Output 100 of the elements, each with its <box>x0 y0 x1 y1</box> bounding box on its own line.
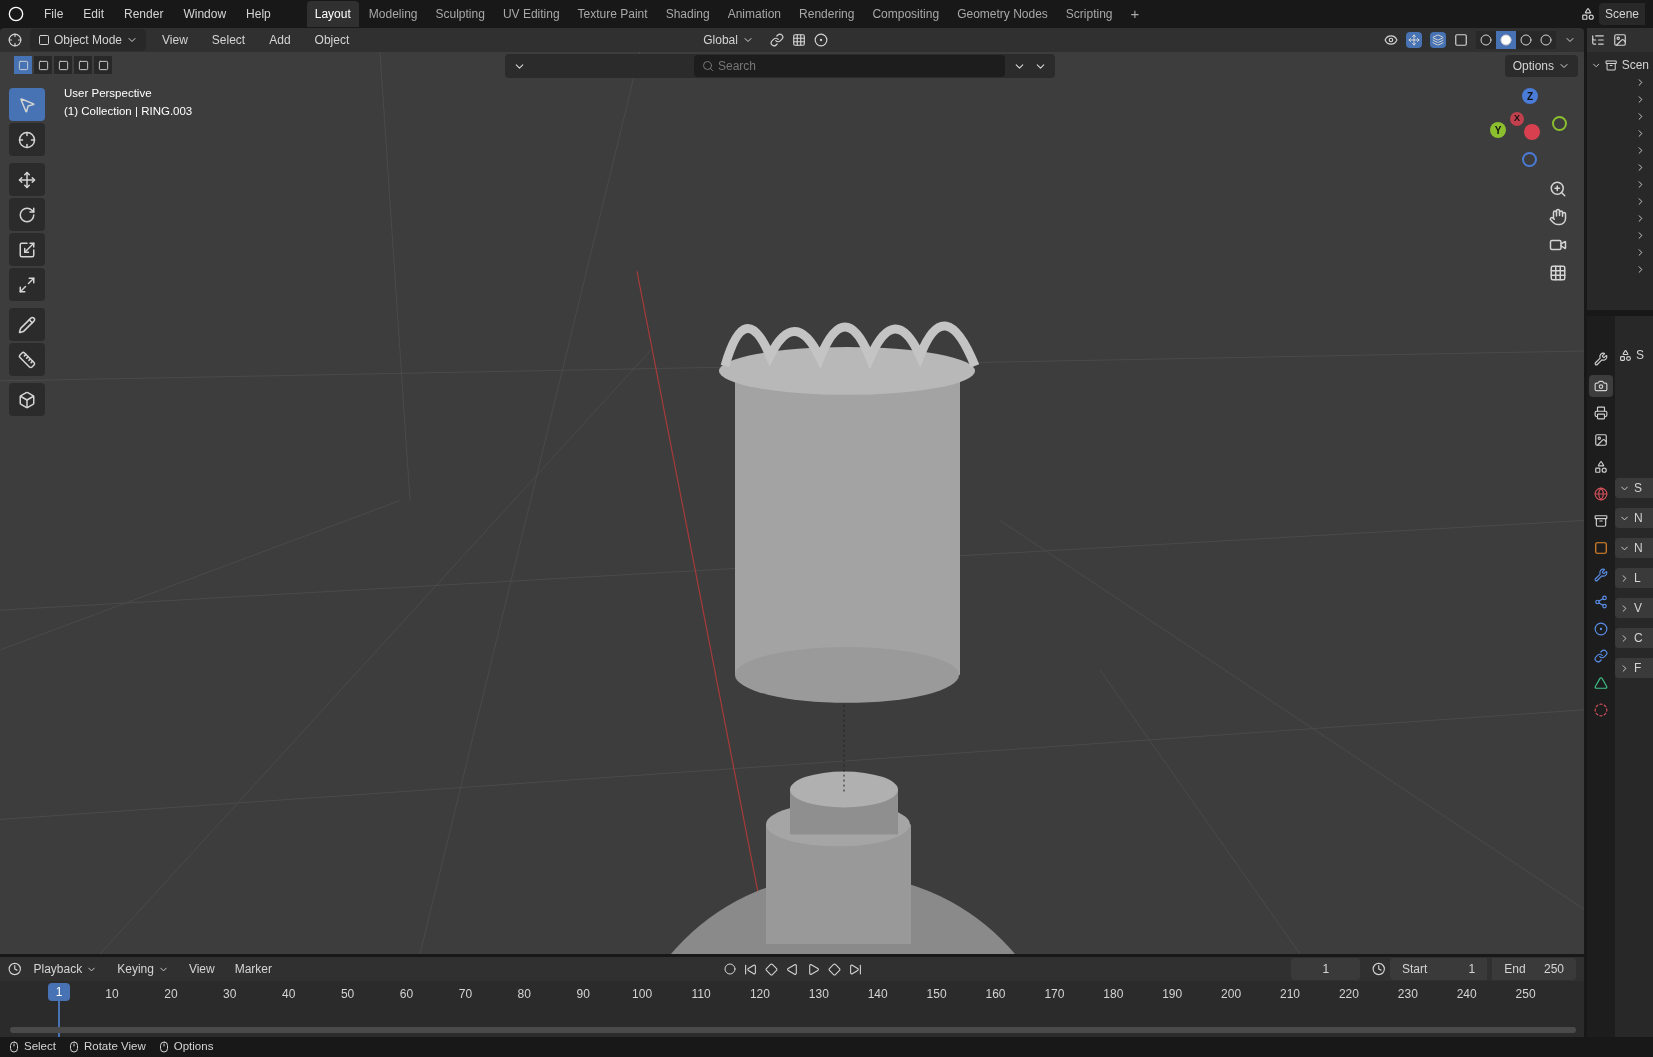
physics-tab-icon <box>1594 622 1608 636</box>
keyframe-prev-icon[interactable] <box>765 962 779 976</box>
square-icon <box>37 59 49 71</box>
panel-header[interactable]: S <box>1615 478 1653 498</box>
timeline-menu[interactable]: Marker <box>226 960 281 978</box>
header-menu[interactable]: Select <box>203 31 254 49</box>
panel-header[interactable]: C <box>1615 628 1653 648</box>
jump-start-icon[interactable] <box>744 962 758 976</box>
panel-header[interactable]: N <box>1615 508 1653 528</box>
timeline-menu[interactable]: Keying <box>109 960 177 978</box>
tool-button[interactable] <box>9 383 45 416</box>
header-menu[interactable]: View <box>154 31 196 49</box>
tool-button[interactable] <box>9 198 45 231</box>
tool-button[interactable] <box>9 268 45 301</box>
play-icon[interactable] <box>807 962 821 976</box>
start-frame-field[interactable]: Start 1 <box>1389 958 1488 980</box>
editor-type-icon[interactable] <box>1591 33 1605 47</box>
xray-icon[interactable] <box>1454 33 1468 47</box>
search-field[interactable]: Search <box>694 55 1005 77</box>
frame-number: 10 <box>105 986 119 1003</box>
menu-item[interactable]: File <box>36 5 72 23</box>
app-logo-icon[interactable] <box>8 6 24 22</box>
scene-icon[interactable] <box>1580 7 1595 21</box>
play-reverse-icon[interactable] <box>786 962 800 976</box>
gizmo-toggle-icon[interactable] <box>1406 32 1422 48</box>
header-menu[interactable]: Object <box>306 31 358 49</box>
menu-item[interactable]: Edit <box>75 5 113 23</box>
frame-number: 210 <box>1280 986 1300 1003</box>
frame-number: 110 <box>691 986 711 1003</box>
panel-header[interactable]: L <box>1615 568 1653 588</box>
tool-button[interactable] <box>9 343 45 376</box>
orientation-dropdown[interactable]: Global <box>695 31 762 49</box>
workspace-tab[interactable]: Sculpting <box>427 1 493 27</box>
panel-header[interactable]: N <box>1615 538 1653 558</box>
workspace-tab[interactable]: Rendering <box>791 1 863 27</box>
preview-range-icon[interactable] <box>1372 962 1386 976</box>
select-mode-button[interactable] <box>54 56 72 74</box>
panel-header[interactable]: V <box>1615 598 1653 618</box>
zoom-icon[interactable] <box>1549 180 1567 198</box>
menu-item[interactable]: Window <box>175 5 235 23</box>
tool-button[interactable] <box>9 123 45 156</box>
properties-tab[interactable] <box>1589 375 1613 397</box>
timeline-menu[interactable]: View <box>180 960 223 978</box>
world-tab-icon <box>1594 487 1608 501</box>
tool-button[interactable] <box>9 308 45 341</box>
workspace-tab[interactable]: Shading <box>657 1 718 27</box>
menu-item[interactable]: Help <box>238 5 279 23</box>
view-name: User Perspective <box>64 86 153 101</box>
workspace-tab[interactable]: Animation <box>719 1 790 27</box>
expand-icon[interactable] <box>1635 247 1646 258</box>
panel-header[interactable]: F <box>1615 658 1653 678</box>
select-mode-button[interactable] <box>74 56 92 74</box>
add-workspace-button[interactable]: + <box>1122 2 1148 26</box>
mode-dropdown[interactable]: Object Mode <box>30 29 147 51</box>
workspace-tab[interactable]: Geometry Nodes <box>949 1 1056 27</box>
menu-item[interactable]: Render <box>116 5 172 23</box>
navigation-gizmo[interactable]: Z Y X <box>1490 88 1570 168</box>
shading-mode-button[interactable] <box>1516 31 1536 49</box>
frame-number: 80 <box>517 986 531 1003</box>
workspace-tab[interactable]: Layout <box>306 1 359 27</box>
header-menu[interactable]: Add <box>261 31 299 49</box>
sphere-icon <box>1500 34 1512 46</box>
overlay-toggle-icon[interactable] <box>1430 32 1446 48</box>
jump-end-icon[interactable] <box>849 962 863 976</box>
end-frame-field[interactable]: End 250 <box>1492 958 1576 980</box>
shading-mode-button[interactable] <box>1496 31 1516 49</box>
keyframe-next-icon[interactable] <box>828 962 842 976</box>
sphere-icon <box>1540 34 1552 46</box>
select-mode-button[interactable] <box>94 56 112 74</box>
scene-selector[interactable]: Scene <box>1598 3 1645 25</box>
shading-mode-button[interactable] <box>1536 31 1556 49</box>
workspace-tab[interactable]: Scripting <box>1057 1 1121 27</box>
viewport[interactable]: Search Options User Perspective (1) Collection | RING.003 Z Y X <box>0 52 1584 954</box>
visibility-icon[interactable] <box>1384 33 1398 47</box>
options-dropdown[interactable]: Options <box>1504 55 1578 77</box>
scrollbar[interactable] <box>10 1027 1576 1033</box>
select-mode-button[interactable] <box>34 56 52 74</box>
grid-view-icon[interactable] <box>1549 264 1567 282</box>
tool-button[interactable] <box>9 163 45 196</box>
workspace-tab[interactable]: Texture Paint <box>569 1 656 27</box>
playhead-frame[interactable]: 1 <box>48 983 70 1001</box>
snap-icon[interactable] <box>791 33 806 47</box>
frame-number: 180 <box>1103 986 1124 1003</box>
auto-key-icon[interactable] <box>724 963 737 975</box>
pan-icon[interactable] <box>1549 208 1567 226</box>
collection-icon <box>1605 58 1618 72</box>
current-frame-field[interactable]: 1 <box>1291 958 1361 980</box>
tool-button[interactable] <box>9 233 45 266</box>
timeline-menu[interactable]: Playback <box>25 960 106 978</box>
editor-type-icon[interactable] <box>8 962 22 976</box>
status-hint: Rotate View <box>67 1038 146 1056</box>
workspace-tab[interactable]: Compositing <box>864 1 948 27</box>
display-mode-icon[interactable] <box>1613 33 1627 47</box>
workspace-tab[interactable]: UV Editing <box>494 1 568 27</box>
outliner-item[interactable]: Scen <box>1621 56 1649 74</box>
workspace-tab[interactable]: Modeling <box>360 1 426 27</box>
editor-type-icon[interactable] <box>8 33 22 47</box>
frame-number: 160 <box>985 986 1006 1003</box>
mouse-icon <box>157 1041 170 1053</box>
shading-mode-button[interactable] <box>1476 31 1496 49</box>
